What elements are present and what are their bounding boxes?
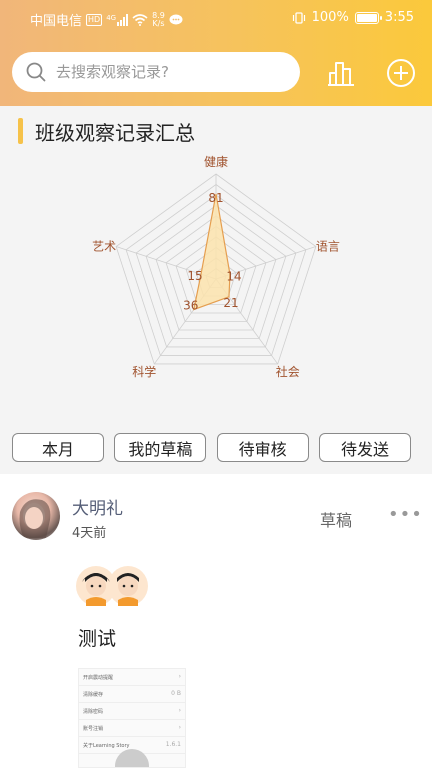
radar-value-label: 81 (208, 191, 223, 205)
accent-bar (18, 118, 23, 144)
filter-tabs: 本月 我的草稿 待审核 待发送 (12, 433, 411, 462)
filter-button-2[interactable]: 待审核 (216, 433, 309, 462)
battery-icon (354, 11, 382, 24)
radar-value-label: 21 (223, 296, 238, 310)
battery-percent: 100% (311, 10, 349, 25)
radar-value-label: 15 (187, 269, 202, 283)
preview-row-value: › (178, 707, 181, 714)
bar-chart-icon[interactable] (326, 58, 356, 88)
search-bar[interactable] (12, 52, 300, 92)
preview-row-value: 0 B (171, 690, 181, 697)
speed-unit: K/s (152, 18, 165, 28)
radar-value-label: 14 (226, 269, 241, 283)
preview-row: 清除缓存 0 B (79, 686, 185, 703)
preview-row-label: 账号注销 (83, 726, 104, 732)
radar-chart: 健康语言社会 科学 艺术 81 14 21 36 15 (92, 154, 340, 379)
preview-row: 账号注销 › (79, 720, 185, 737)
clock: 3:55 (384, 10, 414, 25)
add-circle-icon[interactable] (386, 58, 416, 88)
network-type-label: 4G (106, 13, 117, 22)
preview-row: 清除密码 › (79, 703, 185, 720)
vibrate-icon (292, 11, 305, 24)
preview-row-value: 1.6.1 (165, 741, 181, 748)
more-options-icon[interactable]: ••• (388, 504, 423, 525)
preview-row-label: 关于Learning Story (83, 743, 130, 749)
preview-row-label: 清除缓存 (83, 692, 104, 698)
signal-icon: 4G (106, 13, 129, 26)
image-thumbnail[interactable]: 开启震动提醒 › 清除缓存 0 B 清除密码 › 账号注销 › 关于Learning Story… (78, 668, 186, 768)
radar-category-label: 艺术 (92, 240, 116, 254)
section-header: 班级观察记录汇总 (18, 118, 195, 145)
radar-category-label: 科学 (132, 364, 156, 379)
wifi-icon (132, 13, 148, 26)
preview-row: 开启震动提醒 › (79, 669, 185, 686)
status-badge: 草稿 (320, 511, 353, 530)
section-title: 班级观察记录汇总 (35, 120, 195, 145)
radar-category-label: 健康 (204, 154, 228, 169)
post-time: 4天前 (72, 526, 107, 541)
status-bar: 中国电信 HD 4G 8.9 K/s 100% 3:55 (0, 0, 432, 36)
preview-row-value: › (178, 724, 181, 731)
hd-badge: HD (86, 13, 103, 26)
record-content: 测试 (78, 628, 117, 650)
network-speed: 8.9 K/s (152, 11, 165, 28)
filter-button-3[interactable]: 待发送 (318, 433, 411, 462)
carrier-label: 中国电信 (30, 14, 83, 29)
preview-row-label: 开启震动提醒 (83, 675, 114, 681)
radar-category-label: 语言 (316, 240, 340, 254)
record-card[interactable]: 大明礼 4天前 草稿 ••• 测试 开启震动提醒 › 清除缓存 0 B 清除密码 › 账号注… (0, 474, 432, 768)
app-header: 中国电信 HD 4G 8.9 K/s 100% 3:55 去搜索观察记录? (0, 0, 432, 106)
preview-row-value: › (178, 673, 181, 680)
avatar[interactable] (12, 492, 60, 540)
avatar-image (19, 499, 51, 538)
preview-row-label: 清除密码 (83, 709, 104, 715)
user-name[interactable]: 大明礼 (72, 494, 123, 519)
message-icon (169, 14, 183, 24)
filter-button-1[interactable]: 我的草稿 (114, 433, 207, 462)
search-icon (26, 62, 46, 82)
filter-button-0[interactable]: 本月 (12, 433, 104, 462)
radar-value-label: 36 (183, 299, 198, 313)
children-avatars-icon (76, 566, 148, 606)
radar-category-label: 社会 (276, 364, 300, 379)
search-input[interactable] (56, 63, 276, 81)
